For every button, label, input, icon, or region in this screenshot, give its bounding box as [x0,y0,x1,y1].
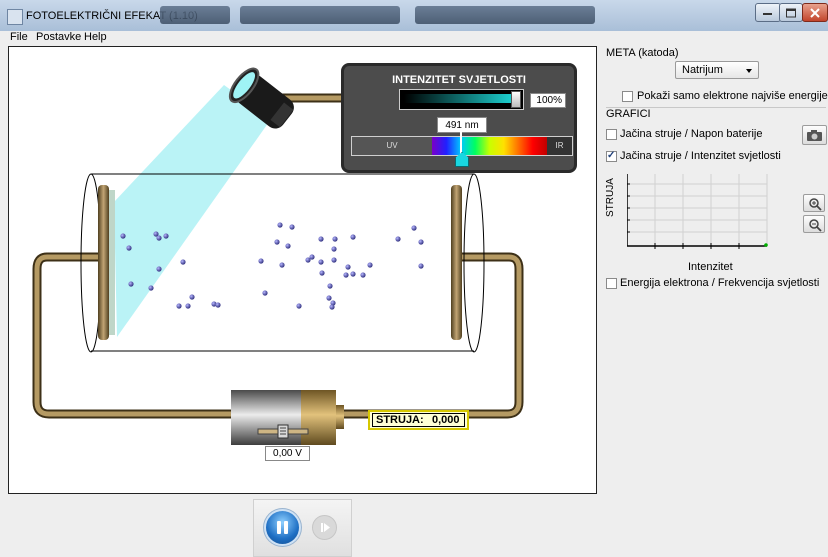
graph-current-intensity-label: Jačina struje / Intenzitet svjetlosti [620,150,781,162]
menu-file[interactable]: File [10,31,28,43]
title-bar: FOTOELEKTRIČNI EFEKAT (1.10) [0,0,828,32]
intensity-slider[interactable] [399,89,524,110]
highest-energy-label: Pokaži samo elektrone najviše energije [637,90,828,102]
graph-energy-frequency-checkbox[interactable] [606,278,617,289]
chart-point [764,243,768,247]
menu-help[interactable]: Help [84,31,107,43]
simulation-canvas: INTENZITET SVJETLOSTI 100% 491 nm UV IR … [8,46,597,494]
background-tab [160,6,230,24]
target-label: META (katoda) [606,47,679,59]
java-app-icon [7,9,23,25]
zoom-in-icon [809,198,822,211]
zoom-in-button[interactable] [803,194,825,212]
intensity-panel: INTENZITET SVJETLOSTI 100% 491 nm UV IR [341,63,577,173]
intensity-title: INTENZITET SVJETLOSTI [392,74,526,86]
intensity-value-field[interactable]: 100% [530,93,566,108]
clock-controls [253,499,352,557]
minimize-button[interactable] [755,3,781,22]
current-readout: STRUJA: 0,000 [368,410,469,430]
wavelength-marker-line [460,132,462,154]
graph-current-voltage-checkbox[interactable] [606,129,617,140]
ir-label: IR [547,137,572,155]
current-value: 0,000 [432,414,460,426]
pause-button[interactable] [266,511,299,544]
graph-current-voltage-label: Jačina struje / Napon baterije [620,128,763,140]
battery-voltage-field[interactable]: 0,00 V [265,446,310,461]
control-panel: META (katoda) Natrijum Pokaži samo elekt… [602,46,828,557]
background-tab [415,6,595,24]
menu-postavke[interactable]: Postavke [36,31,81,43]
target-material-select[interactable]: Natrijum [675,61,759,79]
close-button[interactable] [802,3,828,22]
camera-icon [807,130,822,141]
graphs-label: GRAFICI [606,108,651,120]
chevron-down-icon [746,69,752,73]
highest-energy-checkbox[interactable] [622,91,633,102]
current-label: STRUJA: [376,414,424,426]
zoom-out-button[interactable] [803,215,825,233]
intensity-slider-thumb[interactable] [511,91,521,108]
current-intensity-chart [627,174,768,249]
close-icon [810,7,820,18]
chart-y-label: STRUJA [605,178,616,217]
step-button[interactable] [312,515,337,540]
step-icon [321,523,330,532]
background-tab [240,6,400,24]
wavelength-field[interactable]: 491 nm [437,117,487,133]
chart-x-label: Intenzitet [688,261,733,273]
visible-spectrum [432,137,547,155]
zoom-out-icon [809,219,822,232]
graph-current-intensity-checkbox[interactable] [606,150,617,162]
graph-energy-frequency-label: Energija elektrona / Frekvencija svjetlo… [620,277,820,289]
target-material-value: Natrijum [682,64,723,76]
minimize-icon [763,12,772,15]
menu-bar: File Postavke Help [0,31,828,44]
maximize-button[interactable] [779,3,803,22]
snapshot-button[interactable] [802,125,827,145]
uv-label: UV [352,137,432,155]
maximize-icon [786,8,796,17]
